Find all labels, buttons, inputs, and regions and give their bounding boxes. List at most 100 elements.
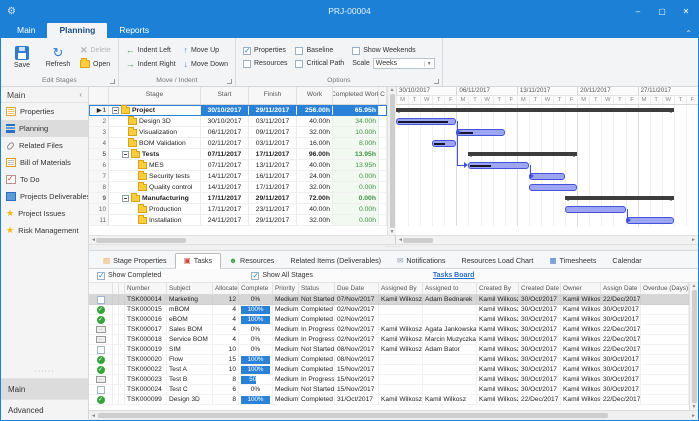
task-row[interactable]: ✓TSK000015mBOM4100%MediumCompleted02/Nov…: [89, 305, 689, 315]
stage-row[interactable]: 5Tests07/11/201717/11/201796.00h13.95h: [89, 149, 387, 160]
gantt-task-bar[interactable]: [396, 118, 456, 125]
scroll-up-icon[interactable]: ▲: [692, 283, 697, 289]
not-started-checkbox-icon[interactable]: [97, 296, 105, 304]
column-header-work[interactable]: Work: [297, 87, 333, 105]
stage-horizontal-scrollbar[interactable]: ◄: [89, 235, 395, 244]
task-row[interactable]: ‥TSK000018Service BOM40%MediumIn Progres…: [89, 335, 689, 345]
task-row[interactable]: TSK000014Marketing120%MediumNot Started0…: [89, 295, 689, 305]
stage-row[interactable]: 9Manufacturing17/11/201729/11/201772.00h…: [89, 193, 387, 204]
ribbon-collapse-icon[interactable]: ⌃: [679, 29, 698, 38]
task-row[interactable]: ‥TSK000017Sales BOM40%MediumIn Progress0…: [89, 325, 689, 335]
stage-row[interactable]: 11Installation24/11/201729/11/201732.00h…: [89, 215, 387, 226]
collapse-node-icon[interactable]: [122, 151, 129, 158]
tab-reports[interactable]: Reports: [107, 23, 161, 38]
collapse-node-icon[interactable]: [122, 195, 129, 202]
tab-main[interactable]: Main: [5, 23, 47, 38]
scroll-right-icon[interactable]: ►: [691, 237, 696, 243]
stage-row[interactable]: 6MES07/11/201713/11/201740.00h13.95h: [89, 160, 387, 171]
task-vertical-scrollbar[interactable]: ▲ ▼: [689, 283, 698, 410]
gantt-summary-bar[interactable]: [468, 152, 577, 156]
gantt-task-bar[interactable]: [468, 162, 528, 169]
column-header-status[interactable]: Status: [299, 283, 335, 295]
scroll-left-icon[interactable]: ◄: [91, 413, 96, 419]
tab-calendar[interactable]: Calendar: [604, 254, 649, 268]
sidebar-item-project-issues[interactable]: ★Project Issues: [1, 205, 88, 222]
sidebar-splitter-handle[interactable]: ······: [1, 368, 88, 378]
sidebar-item-bill-of-materials[interactable]: Bill of Materials: [1, 154, 88, 171]
gantt-task-bar[interactable]: [565, 206, 625, 213]
gantt-horizontal-scrollbar[interactable]: ◄ ►: [396, 235, 698, 244]
sidebar-item-properties[interactable]: Properties: [1, 103, 88, 120]
stage-row[interactable]: 2Design 3D30/10/201703/11/201740.00h34.0…: [89, 116, 387, 127]
indent-left-button[interactable]: ←Indent Left: [122, 43, 180, 57]
baseline-checkbox[interactable]: Baseline: [291, 44, 348, 57]
tab-tasks[interactable]: ▣Tasks: [175, 253, 221, 269]
column-header-allocated[interactable]: Allocated: [213, 283, 239, 295]
stage-row[interactable]: 7Security tests14/11/201716/11/201724.00…: [89, 171, 387, 182]
gantt-task-bar[interactable]: [529, 184, 577, 191]
sidebar-section-main[interactable]: Main: [1, 378, 88, 399]
task-row[interactable]: ✓TSK000020Flow15100%MediumCompleted08/No…: [89, 355, 689, 365]
sidebar-item-planning[interactable]: Planning: [1, 120, 88, 137]
sidebar-item-related-files[interactable]: Related Files: [1, 137, 88, 154]
move-up-button[interactable]: ↑Move Up: [180, 43, 232, 57]
scroll-right-icon[interactable]: ►: [691, 413, 696, 419]
gantt-summary-bar[interactable]: [396, 108, 674, 112]
scale-dropdown[interactable]: Weeks▼: [373, 58, 435, 69]
collapse-sidebar-icon[interactable]: ‹: [79, 90, 82, 99]
indent-right-button[interactable]: →Indent Right: [122, 57, 180, 71]
stage-row[interactable]: 10Production17/11/201723/11/201740.00h0.…: [89, 204, 387, 215]
dialog-launcher-icon[interactable]: [227, 79, 232, 84]
open-button[interactable]: Open: [76, 57, 115, 71]
dialog-launcher-icon[interactable]: [434, 79, 439, 84]
stage-row[interactable]: 3Visualization06/11/201709/11/201732.00h…: [89, 127, 387, 138]
task-row[interactable]: TSK000024Test C60%MediumNot Started15/No…: [89, 385, 689, 395]
tab-resources[interactable]: ☻Resources: [221, 254, 282, 268]
sidebar-item-projects-deliverables[interactable]: Projects Deliverables: [1, 188, 88, 205]
show-weekends-checkbox[interactable]: Show Weekends: [348, 44, 439, 57]
task-vscroll-thumb[interactable]: [692, 290, 697, 403]
stage-row[interactable]: ▶1Project30/10/201729/11/2017256.00h65.9…: [89, 105, 387, 116]
properties-checkbox[interactable]: Properties: [239, 44, 291, 57]
dialog-launcher-icon[interactable]: [110, 79, 115, 84]
maximize-button[interactable]: ▢: [650, 1, 674, 21]
sidebar-item-to-do[interactable]: To Do: [1, 171, 88, 188]
collapse-node-icon[interactable]: [112, 107, 119, 114]
save-button[interactable]: Save: [5, 39, 39, 75]
gantt-summary-bar[interactable]: [565, 196, 674, 200]
task-row[interactable]: ✓TSK000022Test A10100%MediumCompleted15/…: [89, 365, 689, 375]
column-header-overdue-days[interactable]: Overdue (Days): [641, 283, 689, 295]
tab-timesheets[interactable]: ▦Timesheets: [541, 254, 604, 268]
task-row[interactable]: ‥TSK000023Test B850%MediumIn Progress15/…: [89, 375, 689, 385]
column-header-assigned-by[interactable]: Assigned By: [379, 283, 423, 295]
task-hscroll-thumb[interactable]: [98, 413, 608, 418]
not-started-checkbox-icon[interactable]: [97, 386, 105, 394]
show-completed-checkbox[interactable]: Show Completed: [97, 272, 161, 280]
delete-button[interactable]: ✕Delete: [76, 43, 115, 57]
tab-resources-load-chart[interactable]: Resources Load Chart: [454, 254, 542, 268]
refresh-button[interactable]: ↻Refresh: [41, 39, 75, 75]
minimize-button[interactable]: –: [626, 1, 650, 21]
column-header-start[interactable]: Start: [201, 87, 249, 105]
task-row[interactable]: TSK000019SIM100%MediumNot Started08/Nov/…: [89, 345, 689, 355]
task-horizontal-scrollbar[interactable]: ◄ ►: [89, 410, 698, 420]
stage-vertical-scrollbar[interactable]: ▲ ▼: [387, 87, 396, 235]
gantt-task-bar[interactable]: [432, 140, 456, 147]
scroll-up-icon[interactable]: ▲: [390, 87, 395, 93]
column-header-priority[interactable]: Priority: [273, 283, 299, 295]
column-header-completed-work[interactable]: Completed Work: [333, 87, 379, 105]
close-button[interactable]: ✕: [674, 1, 698, 21]
tasks-board-link[interactable]: Tasks Board: [433, 272, 475, 279]
column-header-owner[interactable]: Owner: [561, 283, 601, 295]
column-header-assigned-to[interactable]: Assigned to: [423, 283, 477, 295]
column-header-stage[interactable]: Stage: [109, 87, 201, 105]
task-row[interactable]: ✓TSK000016eBOM4100%MediumCompleted02/Nov…: [89, 315, 689, 325]
tab-stage-properties[interactable]: ▤Stage Properties: [95, 254, 175, 268]
column-header-finish[interactable]: Finish: [249, 87, 297, 105]
tab-notifications[interactable]: ✉Notifications: [389, 254, 453, 268]
column-header-created-date[interactable]: Created Date: [519, 283, 561, 295]
stage-hscroll-thumb[interactable]: [96, 238, 186, 243]
stage-row[interactable]: 4BOM Validation02/11/201703/11/201716.00…: [89, 138, 387, 149]
column-header-assign-date[interactable]: Assign Date: [601, 283, 641, 295]
column-header-number[interactable]: Number: [125, 283, 167, 295]
